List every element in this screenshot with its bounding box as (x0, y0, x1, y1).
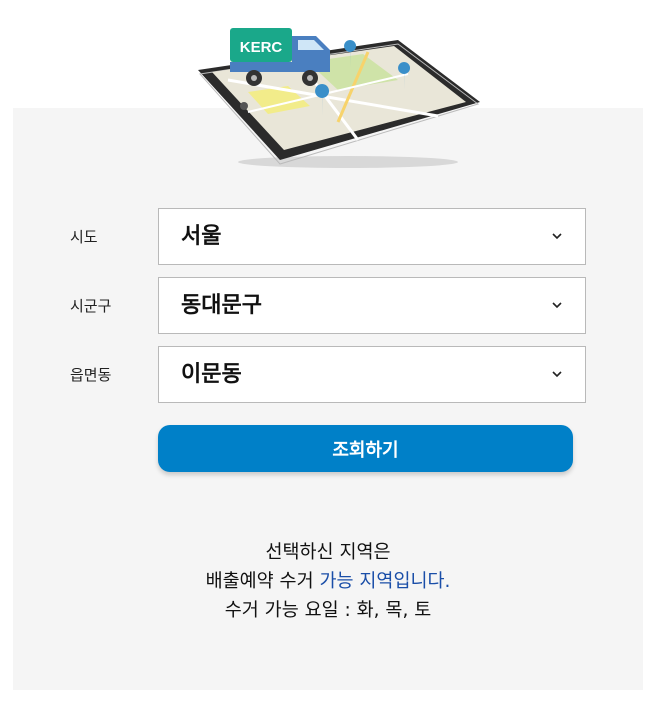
result-line-2-prefix: 배출예약 수거 (205, 571, 320, 592)
tablet-shadow (238, 156, 458, 168)
result-message: 선택하신 지역은 배출예약 수거 가능 지역입니다. 수거 가능 요일 : 화,… (13, 538, 643, 625)
tablet-truck-illustration: KERC (198, 28, 480, 168)
result-line-3: 수거 가능 요일 : 화, 목, 토 (224, 600, 432, 621)
result-availability-highlight: 가능 지역입니다. (319, 571, 451, 592)
sido-select[interactable]: 서울 (158, 208, 586, 265)
result-line-2: 배출예약 수거 가능 지역입니다. (13, 567, 643, 596)
chevron-down-icon (552, 371, 562, 378)
tablet-home-button (240, 102, 248, 110)
result-line-1: 선택하신 지역은 (265, 542, 391, 563)
sido-label: 시도 (70, 228, 98, 246)
eupmyeondong-row: 읍면동 이문동 (70, 346, 590, 404)
sigungu-selected-value: 동대문구 (181, 293, 262, 318)
chevron-down-icon (552, 302, 562, 309)
sido-row: 시도 서울 (70, 208, 590, 266)
truck-badge: KERC (240, 39, 283, 56)
eupmyeondong-select[interactable]: 이문동 (158, 346, 586, 403)
eupmyeondong-selected-value: 이문동 (181, 362, 242, 387)
sigungu-label: 시군구 (70, 297, 112, 315)
eupmyeondong-label: 읍면동 (70, 366, 112, 384)
sido-selected-value: 서울 (181, 224, 222, 249)
search-button[interactable]: 조회하기 (158, 425, 573, 472)
chevron-down-icon (552, 233, 562, 240)
sigungu-row: 시군구 동대문구 (70, 277, 590, 335)
sigungu-select[interactable]: 동대문구 (158, 277, 586, 334)
